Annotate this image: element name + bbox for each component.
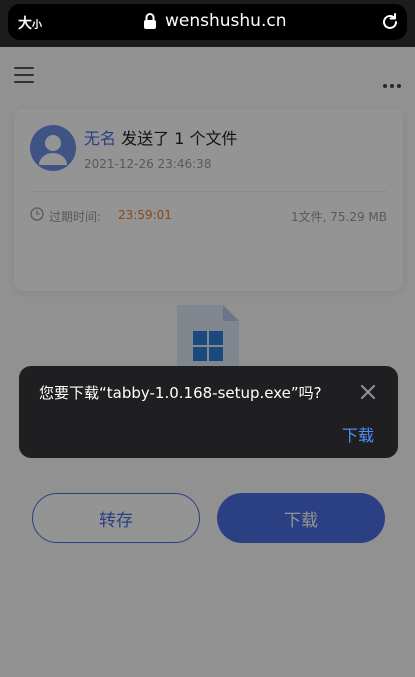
url-field[interactable]: 大小 wenshushu.cn <box>8 4 407 40</box>
text-size-button[interactable]: 大小 <box>18 13 42 33</box>
dialog-download-button[interactable]: 下载 <box>342 422 374 446</box>
close-icon[interactable] <box>359 383 377 401</box>
text-size-small-label: 小 <box>32 20 42 31</box>
browser-address-bar: 大小 wenshushu.cn <box>0 0 415 47</box>
lock-icon <box>144 13 156 29</box>
url-domain: wenshushu.cn <box>165 11 287 31</box>
download-confirm-dialog: 您要下载“tabby-1.0.168-setup.exe”吗? 下载 <box>19 366 398 458</box>
dim-overlay[interactable] <box>0 47 415 677</box>
text-size-big-label: 大 <box>18 16 32 32</box>
reload-icon[interactable] <box>380 12 400 32</box>
dialog-message: 您要下载“tabby-1.0.168-setup.exe”吗? <box>39 384 322 402</box>
